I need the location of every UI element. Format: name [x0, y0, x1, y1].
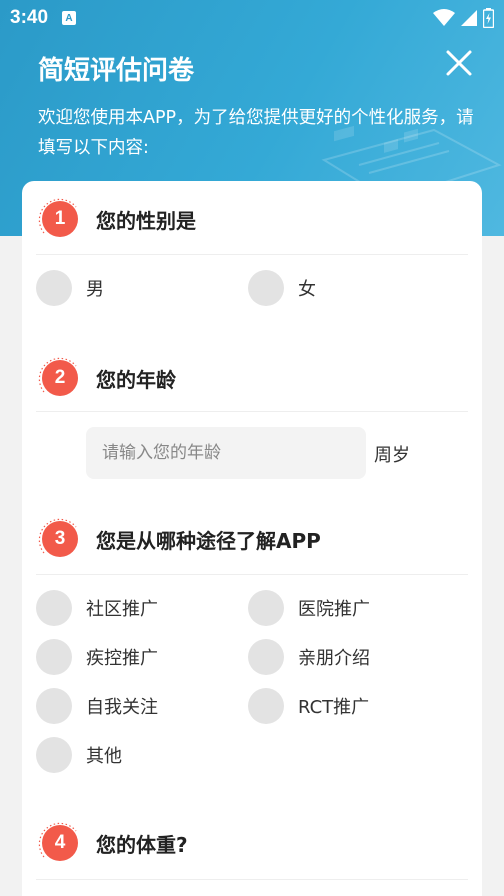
notification-a-icon: A: [62, 11, 77, 25]
close-icon: [446, 50, 472, 76]
page-title: 简短评估问卷: [38, 56, 195, 86]
question-1-title: 您的性别是: [96, 209, 196, 233]
close-button[interactable]: [442, 46, 476, 80]
radio-button[interactable]: [36, 590, 72, 626]
signal-icon: [461, 10, 477, 26]
option-hospital[interactable]: 医院推广: [248, 590, 370, 626]
status-bar: 3:40 A: [0, 0, 504, 36]
question-4-header: 4 您的体重?: [36, 819, 468, 867]
option-female[interactable]: 女: [248, 270, 316, 306]
question-number-badge: 3: [36, 515, 84, 563]
age-unit-label: 周岁: [374, 445, 410, 466]
question-number-badge: 4: [36, 819, 84, 867]
age-input[interactable]: [86, 427, 366, 479]
question-3-header: 3 您是从哪种途径了解APP: [36, 515, 468, 563]
question-number-badge: 2: [36, 354, 84, 402]
status-time: 3:40: [10, 7, 49, 28]
question-4-title: 您的体重?: [96, 833, 188, 857]
divider: [36, 411, 468, 412]
status-icons: [433, 8, 494, 28]
divider: [36, 574, 468, 575]
option-cdc[interactable]: 疾控推广: [36, 639, 158, 675]
battery-charging-icon: [483, 8, 494, 28]
option-self[interactable]: 自我关注: [36, 688, 158, 724]
option-rct[interactable]: RCT推广: [248, 688, 369, 724]
question-1-header: 1 您的性别是: [36, 195, 468, 243]
option-community[interactable]: 社区推广: [36, 590, 158, 626]
radio-button[interactable]: [248, 688, 284, 724]
radio-button[interactable]: [248, 270, 284, 306]
option-other[interactable]: 其他: [36, 737, 122, 773]
radio-button[interactable]: [36, 270, 72, 306]
radio-button[interactable]: [248, 590, 284, 626]
radio-button[interactable]: [36, 688, 72, 724]
radio-button[interactable]: [36, 737, 72, 773]
questionnaire-card: 1 您的性别是 男 女 2 您的年龄 周岁 3 您是从哪种途径了解APP: [22, 181, 482, 896]
intro-text: 欢迎您使用本APP，为了给您提供更好的个性化服务，请填写以下内容:: [38, 108, 474, 158]
question-number-badge: 1: [36, 195, 84, 243]
option-friends[interactable]: 亲朋介绍: [248, 639, 370, 675]
option-male[interactable]: 男: [36, 270, 104, 306]
radio-button[interactable]: [248, 639, 284, 675]
radio-button[interactable]: [36, 639, 72, 675]
divider: [36, 254, 468, 255]
question-2-title: 您的年龄: [96, 368, 176, 392]
wifi-icon: [433, 9, 455, 26]
divider: [36, 879, 468, 880]
question-3-title: 您是从哪种途径了解APP: [96, 529, 321, 553]
question-2-header: 2 您的年龄: [36, 354, 468, 402]
